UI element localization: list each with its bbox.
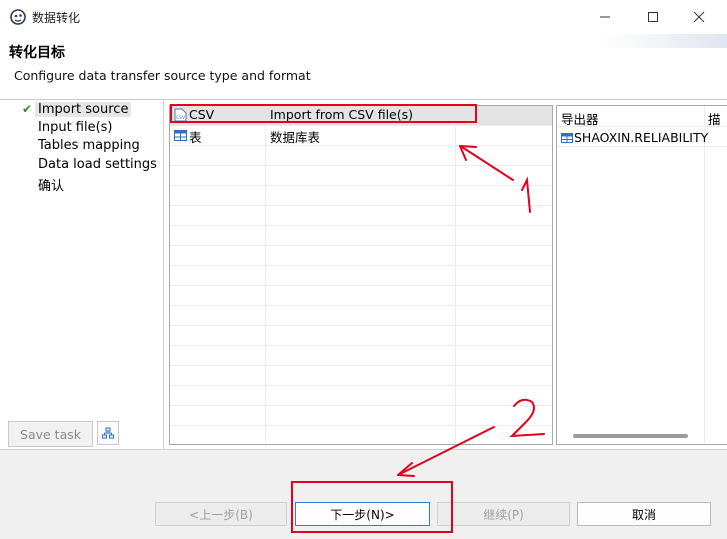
annotation-highlight-next [291, 481, 453, 533]
horizontal-scrollbar[interactable] [573, 434, 688, 438]
table-icon [174, 129, 187, 144]
cancel-button[interactable]: 取消 [577, 502, 711, 526]
minimize-icon [600, 16, 610, 18]
table-header-row: 导出器 描 [557, 106, 727, 127]
checkmark-icon: ✔ [22, 102, 33, 116]
close-button[interactable] [684, 5, 714, 29]
exporter-target-name: SHAOXIN.RELIABILITY [574, 130, 709, 145]
table-row-empty [170, 366, 552, 386]
task-tree-button[interactable] [97, 421, 119, 445]
table-row-empty [170, 206, 552, 226]
table-row-empty [170, 346, 552, 366]
app-logo-icon [10, 9, 26, 25]
table-row-empty [170, 266, 552, 286]
table-row-empty [170, 226, 552, 246]
minimize-button[interactable] [590, 5, 620, 29]
table-row-empty [170, 306, 552, 326]
source-name: 表 [189, 130, 202, 145]
column-header-description: 描 [708, 112, 721, 127]
column-header-exporter: 导出器 [561, 112, 599, 127]
back-button[interactable]: <上一步(B) [155, 502, 287, 526]
column-separator [704, 106, 705, 444]
page-subtitle: Configure data transfer source type and … [14, 68, 311, 83]
source-type-table[interactable]: CSV CSV Import from CSV file(s) 表 数据库表 [169, 105, 553, 445]
maximize-icon [648, 12, 658, 22]
wizard-steps-panel: ✔ Import source Input file(s) Tables map… [0, 100, 164, 449]
table-row-empty [170, 406, 552, 426]
table-row-table[interactable]: 表 数据库表 [170, 126, 552, 146]
exporter-table[interactable]: 导出器 描 SHAOXIN.RELIABILITY [556, 105, 727, 445]
nav-step-label: Tables mapping [38, 138, 140, 153]
close-icon [693, 11, 705, 23]
table-row-empty [170, 326, 552, 346]
table-row-empty [170, 186, 552, 206]
table-row-empty [170, 386, 552, 406]
table-icon [561, 131, 573, 146]
table-row-empty [170, 426, 552, 444]
nav-step-label: Import source [35, 102, 132, 117]
continue-button[interactable]: 继续(P) [437, 502, 570, 526]
nav-step-label: Data load settings [38, 157, 157, 172]
window-title: 数据转化 [32, 11, 81, 25]
table-row-empty [170, 146, 552, 166]
hierarchy-icon [102, 427, 114, 439]
table-row-empty [170, 286, 552, 306]
page-title: 转化目标 [9, 45, 65, 61]
annotation-highlight-csv [170, 104, 477, 123]
header-banner-decoration [600, 34, 727, 48]
table-row-empty [170, 166, 552, 186]
nav-step-label: Input file(s) [38, 120, 113, 135]
nav-step-label: 确认 [38, 179, 65, 194]
table-row-empty [170, 246, 552, 266]
table-row[interactable]: SHAOXIN.RELIABILITY [557, 127, 727, 147]
save-task-button[interactable]: Save task [8, 421, 93, 447]
maximize-button[interactable] [638, 5, 668, 29]
source-description: 数据库表 [270, 130, 321, 145]
